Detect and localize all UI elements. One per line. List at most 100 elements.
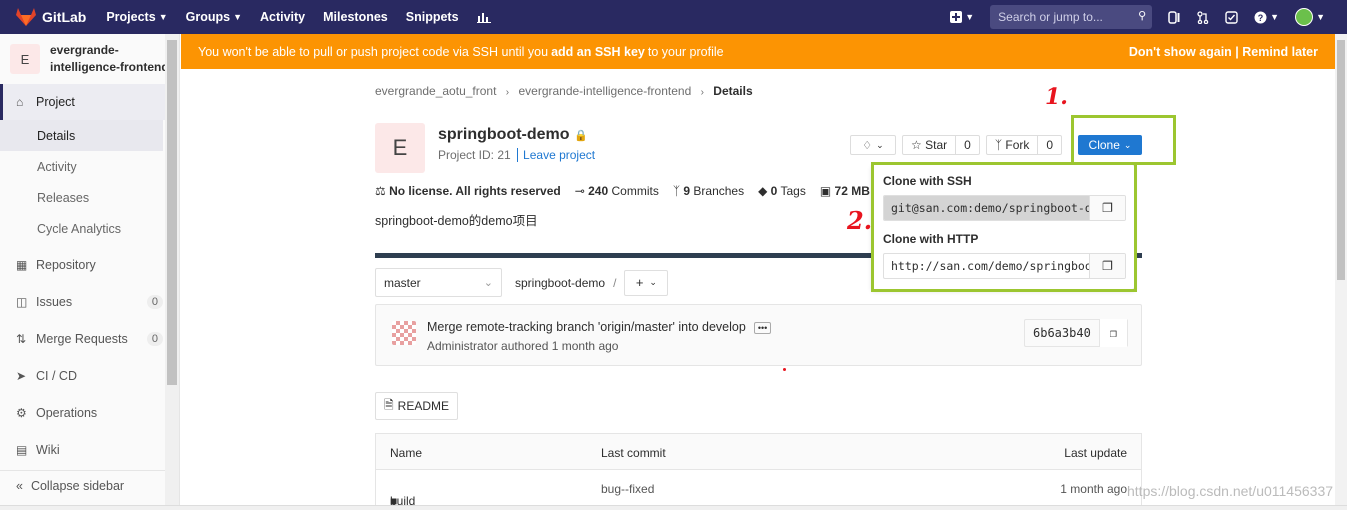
nav-groups[interactable]: Groups ▼ [186, 10, 242, 24]
star-count[interactable]: 0 [955, 135, 979, 155]
nav-projects[interactable]: Projects ▼ [106, 10, 167, 24]
branches-link[interactable]: ᛉ 9 Branches [673, 184, 744, 198]
merge-requests-count-badge: 0 [146, 331, 163, 346]
new-item-icon[interactable]: ▼ [950, 11, 974, 23]
breadcrumb: evergrande_aotu_front › evergrande-intel… [375, 84, 753, 98]
readme-button[interactable]: 🗎 README [375, 392, 458, 420]
dont-show-again-link[interactable]: Don't show again [1129, 45, 1232, 59]
issues-icon[interactable] [1168, 10, 1181, 24]
todos-icon[interactable] [1225, 10, 1238, 24]
nav-snippets[interactable]: Snippets [406, 10, 459, 24]
commits-link[interactable]: ⊸ 240 Commits [575, 184, 659, 198]
sidebar-item-project[interactable]: ⌂ Project [0, 84, 179, 120]
collapse-sidebar-button[interactable]: « Collapse sidebar [0, 470, 166, 500]
annotation-step-2: 2. [847, 206, 873, 235]
sidebar-subitem-activity[interactable]: Activity [0, 151, 179, 182]
remind-later-link[interactable]: Remind later [1242, 45, 1318, 59]
project-name-line1: evergrande- [50, 43, 119, 57]
sidebar-item-wiki[interactable]: ▤ Wiki [0, 431, 179, 468]
size-value: 72 MB [834, 184, 870, 198]
sidebar-item-repository[interactable]: ▦ Repository [0, 246, 179, 283]
add-file-dropdown[interactable]: + ⌄ [624, 269, 669, 296]
sidebar-subitem-cycle-analytics[interactable]: Cycle Analytics [0, 213, 179, 244]
page-scrollbar[interactable] [1335, 34, 1347, 510]
plus-icon: + [635, 275, 644, 290]
top-navbar: GitLab Projects ▼ Groups ▼ Activity Milest… [0, 0, 1347, 34]
commit-author-avatar[interactable] [392, 321, 416, 345]
commit-author[interactable]: Administrator [427, 339, 498, 353]
breadcrumb-project[interactable]: evergrande-intelligence-frontend [518, 84, 691, 98]
alert-text-before: You won't be able to pull or push projec… [198, 44, 549, 59]
search-placeholder: Search or jump to... [998, 10, 1103, 24]
highlight-box-dropdown [871, 162, 1137, 292]
commit-message[interactable]: Merge remote-tracking branch 'origin/mas… [427, 320, 772, 334]
commit-sha[interactable]: 6b6a3b40 [1025, 326, 1099, 340]
sidebar-scrollbar[interactable] [165, 34, 179, 510]
chevron-down-icon: ⌄ [876, 139, 884, 150]
chevron-down-icon: ⌄ [649, 277, 657, 287]
sidebar-item-ci-cd[interactable]: ➤ CI / CD [0, 357, 179, 394]
svg-text:?: ? [1258, 13, 1264, 23]
fork-icon: ᛉ [994, 138, 1003, 152]
leave-project-link[interactable]: Leave project [517, 148, 596, 162]
row-commit-message[interactable]: bug--fixed [601, 482, 654, 496]
issues-count-badge: 0 [146, 294, 163, 309]
nav-milestones[interactable]: Milestones [323, 10, 388, 24]
breadcrumb-group[interactable]: evergrande_aotu_front [375, 84, 496, 98]
file-tree-header: Name Last commit Last update [376, 434, 1141, 470]
copy-sha-button[interactable]: ❐ [1098, 319, 1127, 347]
avatar [1295, 8, 1314, 26]
license-info[interactable]: ⚖ No license. All rights reserved [375, 184, 561, 198]
breadcrumb-current[interactable]: Details [713, 84, 752, 98]
sidebar-subitem-releases[interactable]: Releases [0, 182, 179, 213]
project-meta: Project ID: 21 Leave project [438, 148, 596, 162]
search-input[interactable]: Search or jump to... ⚲ [990, 5, 1153, 29]
merge-requests-icon[interactable] [1197, 10, 1209, 24]
readme-label: README [397, 399, 449, 413]
star-button[interactable]: ☆ Star 0 [902, 135, 980, 155]
commit-message-text: Merge remote-tracking branch 'origin/mas… [427, 320, 746, 334]
help-icon[interactable]: ? ▼ [1254, 11, 1279, 24]
search-icon: ⚲ [1138, 10, 1147, 22]
row-updated: 1 month ago [1060, 482, 1127, 496]
commit-time: 1 month ago [551, 339, 619, 353]
page-scroll-thumb[interactable] [1337, 40, 1345, 280]
project-stats: ⚖ No license. All rights reserved ⊸ 240 … [375, 184, 884, 198]
col-last-commit: Last commit [601, 446, 666, 460]
add-ssh-key-link[interactable]: add an SSH key [551, 45, 645, 59]
nav-activity-label: Activity [259, 10, 306, 24]
project-id: Project ID: 21 [438, 148, 511, 162]
analytics-icon[interactable] [476, 11, 491, 23]
sidebar-subitem-details[interactable]: Details [0, 120, 163, 151]
chevron-down-icon: ▼ [1316, 12, 1325, 22]
col-name: Name [390, 446, 423, 460]
copy-icon: ❐ [1109, 326, 1117, 340]
sidebar-item-merge-requests[interactable]: ⇅ Merge Requests 0 [0, 320, 179, 357]
repo-path[interactable]: springboot-demo [515, 276, 605, 290]
brand-name: GitLab [42, 9, 87, 25]
sidebar-item-label: Wiki [36, 442, 60, 457]
star-icon: ☆ [911, 138, 922, 152]
breadcrumb-chevron-icon: › [505, 87, 510, 98]
sidebar-item-operations[interactable]: ⚙ Operations [0, 394, 179, 431]
sidebar-project-header[interactable]: E evergrande- intelligence-frontend [0, 34, 179, 84]
nav-activity[interactable]: Activity [260, 10, 305, 24]
watermark: https://blog.csdn.net/u011456337 [1127, 483, 1334, 499]
nav-snippets-label: Snippets [405, 10, 459, 24]
user-menu[interactable]: ▼ [1295, 8, 1325, 26]
project-header: E springboot-demo 🔒 Project ID: 21 Leave… [375, 123, 596, 173]
annotation-step-1: 1. [1045, 84, 1068, 110]
more-dots-icon[interactable]: ••• [753, 321, 772, 334]
branch-select[interactable]: master ⌄ [375, 268, 502, 297]
fork-button[interactable]: ᛉ Fork 0 [985, 135, 1063, 155]
chevron-down-icon: ▼ [965, 12, 975, 22]
notification-button[interactable]: ♢ ⌄ [850, 135, 896, 155]
gitlab-logo[interactable]: GitLab [16, 0, 86, 34]
star-label: Star [925, 138, 948, 152]
bottom-edge [0, 505, 1347, 510]
sidebar-item-issues[interactable]: ◫ Issues 0 [0, 283, 179, 320]
tags-link[interactable]: ◆ 0 Tags [758, 184, 806, 198]
fork-count[interactable]: 0 [1037, 135, 1061, 155]
table-row[interactable]: ■ build bug--fixed 1 month ago [376, 470, 1141, 510]
sidebar-scroll-thumb[interactable] [167, 40, 177, 385]
